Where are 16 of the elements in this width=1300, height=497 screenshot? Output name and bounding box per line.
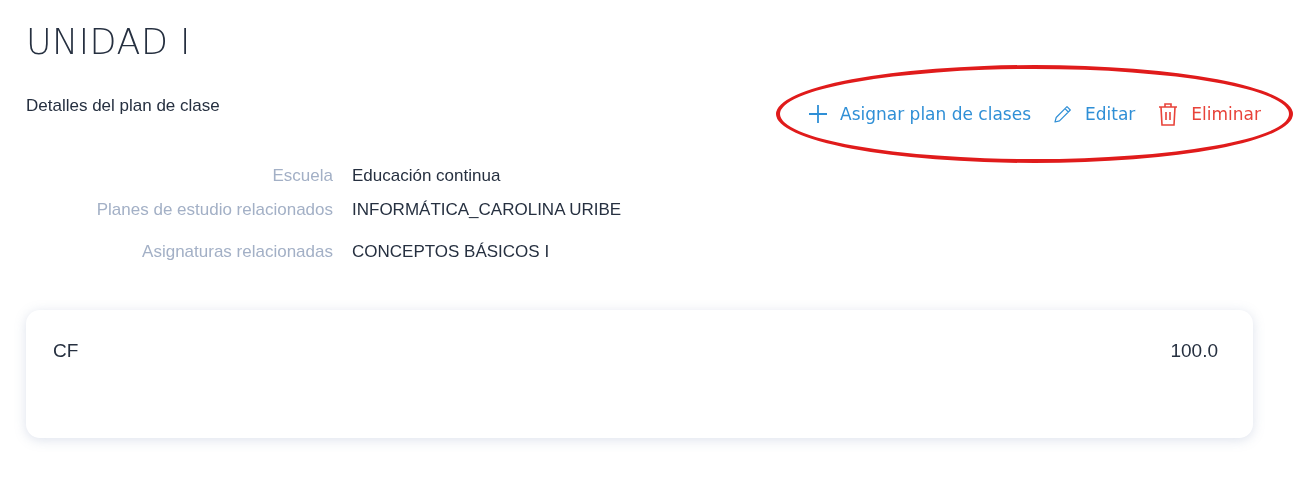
field-value: INFORMÁTICA_CAROLINA URIBE (352, 200, 622, 220)
item-value: 100.0 (1170, 340, 1218, 362)
field-label: Asignaturas relacionadas (141, 242, 333, 262)
pencil-icon (1053, 104, 1073, 124)
item-name: CF (53, 340, 79, 362)
delete-button[interactable]: Eliminar (1157, 102, 1261, 126)
field-label: Planes de estudio relacionados (95, 200, 333, 220)
field-value: CONCEPTOS BÁSICOS I (352, 242, 551, 262)
edit-button[interactable]: Editar (1053, 104, 1136, 124)
plus-icon (808, 104, 828, 124)
field-value: Educación continua (352, 166, 502, 186)
assign-button[interactable]: Asignar plan de clases (808, 104, 1031, 124)
field-label: Escuela (271, 166, 333, 186)
trash-icon (1157, 102, 1180, 126)
section-heading: Detalles del plan de clase (26, 96, 220, 116)
page-title: UNIDAD I (26, 22, 192, 62)
